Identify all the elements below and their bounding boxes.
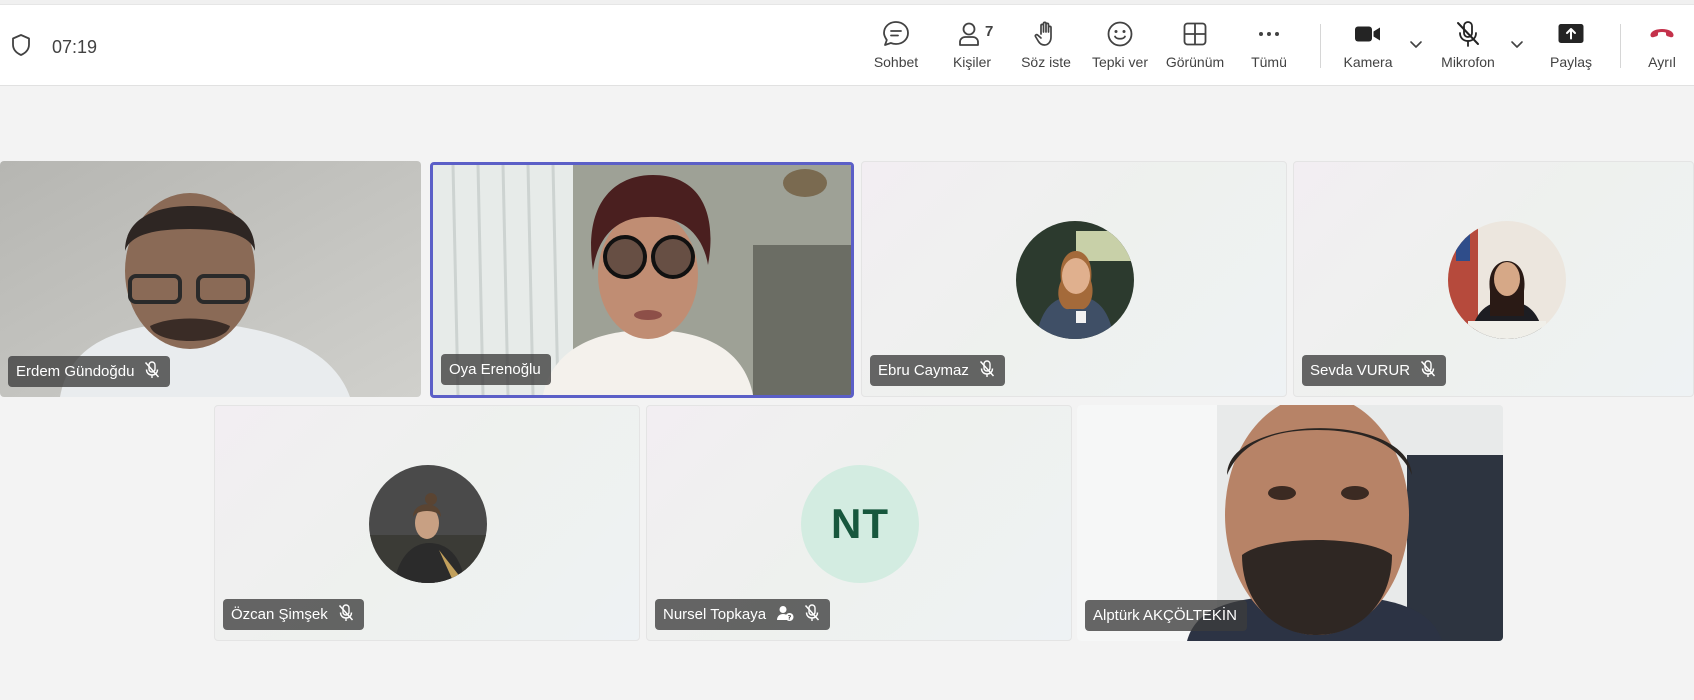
avatar-initials: NT — [801, 465, 919, 583]
video-tile-ozcan-simsek[interactable]: Özcan Şimşek — [214, 405, 640, 641]
participant-name-tag: Alptürk AKÇÖLTEKİN — [1085, 600, 1247, 631]
people-icon: 7 — [957, 18, 993, 50]
participant-name: Nursel Topkaya — [663, 606, 767, 623]
mic-off-icon — [144, 360, 160, 383]
participant-name: Ebru Caymaz — [878, 362, 969, 379]
call-info: 07:19 — [10, 33, 97, 62]
hand-icon — [1031, 18, 1061, 50]
mic-options-chevron-down-icon[interactable] — [1507, 34, 1527, 54]
share-label: Paylaş — [1549, 54, 1593, 70]
mic-label: Mikrofon — [1441, 54, 1495, 70]
chat-icon — [881, 18, 911, 50]
video-tile-sevda-vurur[interactable]: Sevda VURUR — [1293, 161, 1694, 397]
more-button[interactable]: Tümü — [1231, 18, 1307, 74]
camera-options-chevron-down-icon[interactable] — [1406, 34, 1426, 54]
raise-hand-label: Söz iste — [1021, 54, 1071, 70]
chat-label: Sohbet — [873, 54, 919, 70]
video-tile-oya-erenoglu[interactable]: Oya Erenoğlu — [430, 162, 854, 398]
guest-icon: ? — [776, 604, 794, 626]
mic-off-icon — [804, 603, 820, 626]
leave-label: Ayrıl — [1648, 54, 1676, 70]
participant-name: Erdem Gündoğdu — [16, 363, 135, 380]
share-screen-icon — [1556, 18, 1586, 50]
participant-name-tag: Nursel Topkaya ? — [655, 599, 831, 630]
mic-off-icon — [338, 603, 354, 626]
mic-off-icon — [1420, 359, 1436, 382]
participant-name: Oya Erenoğlu — [449, 361, 541, 378]
video-tile-alpturk-akcoltekin[interactable]: Alptürk AKÇÖLTEKİN — [1077, 405, 1503, 641]
leave-button[interactable]: Ayrıl — [1630, 18, 1694, 74]
raise-hand-button[interactable]: Söz iste — [1008, 18, 1084, 74]
mic-off-icon — [979, 359, 995, 382]
video-tile-erdem-gundogdu[interactable]: Erdem Gündoğdu — [0, 161, 421, 397]
camera-button[interactable]: Kamera — [1330, 18, 1406, 74]
participant-name: Özcan Şimşek — [231, 606, 328, 623]
react-button[interactable]: Tepki ver — [1082, 18, 1158, 74]
participant-name-tag: Sevda VURUR — [1302, 355, 1447, 386]
avatar — [1448, 221, 1566, 339]
participant-name-tag: Erdem Gündoğdu — [8, 356, 171, 387]
participant-name: Alptürk AKÇÖLTEKİN — [1093, 607, 1237, 624]
participant-name-tag: Ebru Caymaz — [870, 355, 1005, 386]
mic-button[interactable]: Mikrofon — [1430, 18, 1506, 74]
people-label: Kişiler — [952, 54, 992, 70]
toolbar-separator — [1620, 24, 1621, 68]
video-camera-icon — [1353, 18, 1383, 50]
chat-button[interactable]: Sohbet — [858, 18, 934, 74]
grid-icon — [1180, 18, 1210, 50]
view-button[interactable]: Görünüm — [1157, 18, 1233, 74]
shield-icon — [10, 33, 32, 62]
svg-text:?: ? — [788, 613, 792, 621]
more-label: Tümü — [1251, 54, 1287, 70]
meeting-toolbar: 07:19 Sohbet 7 Kişiler Söz iste Tepki ve… — [0, 0, 1694, 86]
people-button[interactable]: 7 Kişiler — [934, 18, 1010, 74]
share-button[interactable]: Paylaş — [1533, 18, 1609, 74]
video-tile-ebru-caymaz[interactable]: Ebru Caymaz — [861, 161, 1287, 397]
camera-label: Kamera — [1343, 54, 1393, 70]
mic-off-icon — [1453, 18, 1483, 50]
avatar — [369, 465, 487, 583]
call-timer: 07:19 — [52, 37, 98, 57]
toolbar-separator — [1320, 24, 1321, 68]
view-label: Görünüm — [1165, 54, 1225, 70]
participant-name: Sevda VURUR — [1310, 362, 1411, 379]
people-count: 7 — [985, 23, 994, 40]
participant-name-tag: Özcan Şimşek — [223, 599, 364, 630]
emoji-icon — [1105, 18, 1135, 50]
react-label: Tepki ver — [1091, 54, 1149, 70]
avatar — [1016, 221, 1134, 339]
hang-up-icon — [1647, 18, 1677, 50]
participant-name-tag: Oya Erenoğlu — [441, 354, 551, 385]
video-tile-nursel-topkaya[interactable]: NT Nursel Topkaya ? — [646, 405, 1072, 641]
ellipsis-icon — [1254, 18, 1284, 50]
window-edge — [0, 0, 1694, 5]
